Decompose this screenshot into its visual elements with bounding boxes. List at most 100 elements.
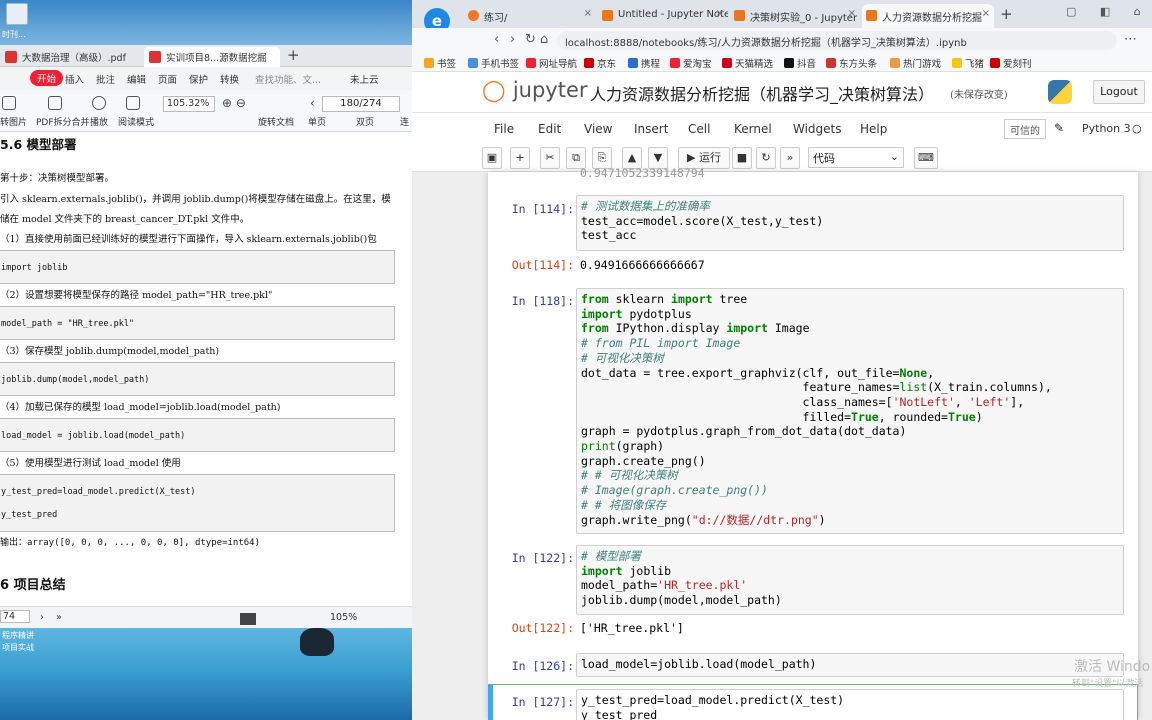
bookmark-item[interactable]: 手机书签 [468, 56, 519, 70]
browser-tab[interactable]: 决策树实验_0 - Jupyter × [730, 4, 860, 28]
bookmark-item[interactable]: 京东 [584, 56, 616, 70]
single-page-button[interactable]: 单页 [308, 115, 326, 128]
bookmark-item[interactable]: 爱刻刊 [990, 56, 1032, 70]
menu-insert[interactable]: 插入 [65, 72, 84, 86]
back-icon[interactable]: ‹ [494, 32, 499, 47]
code-cell-editing[interactable]: y_test_pred=load_model.predict(X_test) y… [576, 689, 1124, 720]
bookmark-item[interactable]: 天猫精选 [722, 56, 773, 70]
bookmark-item[interactable]: 网址导航 [526, 56, 577, 70]
desktop-strip: 时刊... [0, 0, 412, 45]
double-page-button[interactable]: 双页 [356, 115, 374, 128]
site-icon [990, 58, 1000, 68]
search-function-input[interactable]: 查找功能、文... [255, 72, 321, 86]
browser-tab-active[interactable]: 人力资源数据分析挖掘 × [862, 4, 994, 28]
logout-button[interactable]: Logout [1093, 80, 1145, 104]
extensions-icon[interactable]: ⋯ [1124, 32, 1137, 47]
window-controls-icon[interactable]: ▢ ◧ ⌂ ─ ▢ [1066, 5, 1152, 18]
jupyter-logo-text: jupyter [512, 78, 588, 102]
menu-help[interactable]: Help [860, 122, 887, 136]
menu-protect[interactable]: 保护 [189, 72, 208, 86]
menu-widgets[interactable]: Widgets [793, 122, 842, 136]
code-cell[interactable]: # 测试数据集上的准确率 test_acc=model.score(X_test… [576, 195, 1124, 251]
menu-annotate[interactable]: 批注 [96, 72, 115, 86]
pdf-tab-label: 大数据治理（高级）.pdf [22, 53, 126, 64]
home-icon[interactable]: ⌂ [540, 32, 548, 47]
bookmark-item[interactable]: 爱淘宝 [670, 56, 712, 70]
save-icon[interactable]: ▣ [482, 147, 502, 169]
prev-page-icon[interactable]: ‹ [310, 96, 315, 110]
rotate-label[interactable]: 旋转文档 [258, 115, 294, 128]
close-tab-icon[interactable]: × [584, 8, 592, 19]
forward-icon[interactable]: › [510, 32, 515, 47]
surfer-figure [300, 628, 334, 656]
fast-forward-icon[interactable]: » [780, 147, 800, 169]
menu-view[interactable]: View [584, 122, 612, 136]
selected-cell[interactable]: In [127]: y_test_pred=load_model.predict… [488, 684, 1138, 720]
browser-tab[interactable]: Untitled - Jupyter Note × [598, 4, 728, 28]
menu-kernel[interactable]: Kernel [734, 122, 772, 136]
menu-cell[interactable]: Cell [688, 122, 710, 136]
wallpaper-label: 项目实战 [2, 643, 34, 652]
restart-icon[interactable]: ↻ [756, 147, 776, 169]
site-icon [722, 58, 732, 68]
bookmark-item[interactable]: 抖音 [784, 56, 816, 70]
pencil-icon[interactable]: ✎ [1054, 121, 1064, 135]
doc-line: 引入 sklearn.externals.joblib()，并调用 joblib… [0, 194, 391, 205]
trusted-badge[interactable]: 可信的 [1004, 119, 1046, 139]
close-tab-icon[interactable]: × [848, 8, 856, 19]
next-page-icon[interactable]: › [40, 612, 44, 623]
jupyter-logo[interactable]: ◯ jupyter [482, 78, 588, 102]
split-icon[interactable] [48, 96, 62, 110]
play-icon[interactable] [92, 96, 106, 110]
last-page-icon[interactable]: » [56, 612, 62, 623]
new-tab-icon[interactable]: + [287, 46, 300, 64]
code-line: model_path = "HR_tree.pkl" [1, 319, 135, 329]
keyboard-icon[interactable]: ⌨ [914, 147, 938, 169]
notebook-title[interactable]: 人力资源数据分析挖掘（机器学习_决策树算法） [590, 81, 934, 105]
cell-prompt: In [114]: [511, 202, 574, 216]
pdf-file-icon [5, 51, 17, 63]
menu-edit[interactable]: Edit [538, 122, 561, 136]
page-number-input[interactable]: 180/274 [322, 96, 400, 112]
url-input[interactable]: localhost:8888/notebooks/练习/人力资源数据分析挖掘（机… [557, 31, 1117, 50]
pdf-tab-active[interactable]: 实训项目8...源数据挖掘 [144, 47, 280, 67]
zoom-out-icon[interactable]: ⊕ ⊖ [222, 96, 246, 110]
pdf-tab[interactable]: 大数据治理（高级）.pdf [0, 47, 140, 67]
desktop-file-icon[interactable] [6, 3, 28, 25]
continuous-button[interactable]: 连 [400, 115, 409, 128]
bookmark-label: 手机书签 [481, 59, 520, 70]
menu-start[interactable]: 开始 [30, 70, 64, 86]
close-tab-icon[interactable]: × [982, 8, 990, 19]
close-tab-icon[interactable]: × [716, 8, 724, 19]
bookmark-item[interactable]: 书签 [424, 56, 456, 70]
menu-file[interactable]: File [494, 122, 514, 136]
menu-page[interactable]: 页面 [158, 72, 177, 86]
image-icon[interactable] [2, 96, 16, 110]
cloud-status[interactable]: 未上云 [350, 72, 379, 86]
stop-icon[interactable]: ■ [732, 147, 752, 169]
menu-edit[interactable]: 编辑 [127, 72, 146, 86]
status-zoom[interactable]: 105% [330, 612, 357, 623]
status-page-input[interactable]: 74 [0, 610, 30, 623]
cell-type-select[interactable]: 代码 ⌄ [808, 147, 904, 168]
bookmark-item[interactable]: 携程 [628, 56, 660, 70]
add-cell-icon[interactable]: + [510, 147, 530, 169]
play-mode-icon[interactable] [240, 613, 256, 625]
doc-line: （4）加载已保存的模型 load_model=joblib.load(model… [0, 402, 281, 413]
zoom-input[interactable]: 105.32% [163, 96, 215, 112]
menu-insert[interactable]: Insert [634, 122, 668, 136]
code-cell[interactable]: from sklearn import tree import pydotplu… [576, 288, 1124, 534]
menu-convert[interactable]: 转换 [220, 72, 239, 86]
bookmark-item[interactable]: 东方头条 [826, 56, 877, 70]
code-cell[interactable]: # 模型部署 import joblib model_path='HR_tree… [576, 545, 1124, 615]
reload-icon[interactable]: ↻ [525, 32, 536, 47]
bookmark-label: 携程 [641, 59, 661, 70]
bookmark-item[interactable]: 热门游戏 [890, 56, 941, 70]
browser-tab[interactable]: 练习/ × [464, 4, 596, 28]
cut-icon[interactable]: ✂ [540, 147, 560, 169]
bookmark-label: 爱淘宝 [683, 59, 712, 70]
reading-mode-icon[interactable] [126, 96, 140, 110]
code-cell[interactable]: load_model=joblib.load(model_path) [576, 653, 1124, 677]
new-tab-icon[interactable]: + [1000, 5, 1013, 23]
bookmark-item[interactable]: 飞猪 [952, 56, 984, 70]
